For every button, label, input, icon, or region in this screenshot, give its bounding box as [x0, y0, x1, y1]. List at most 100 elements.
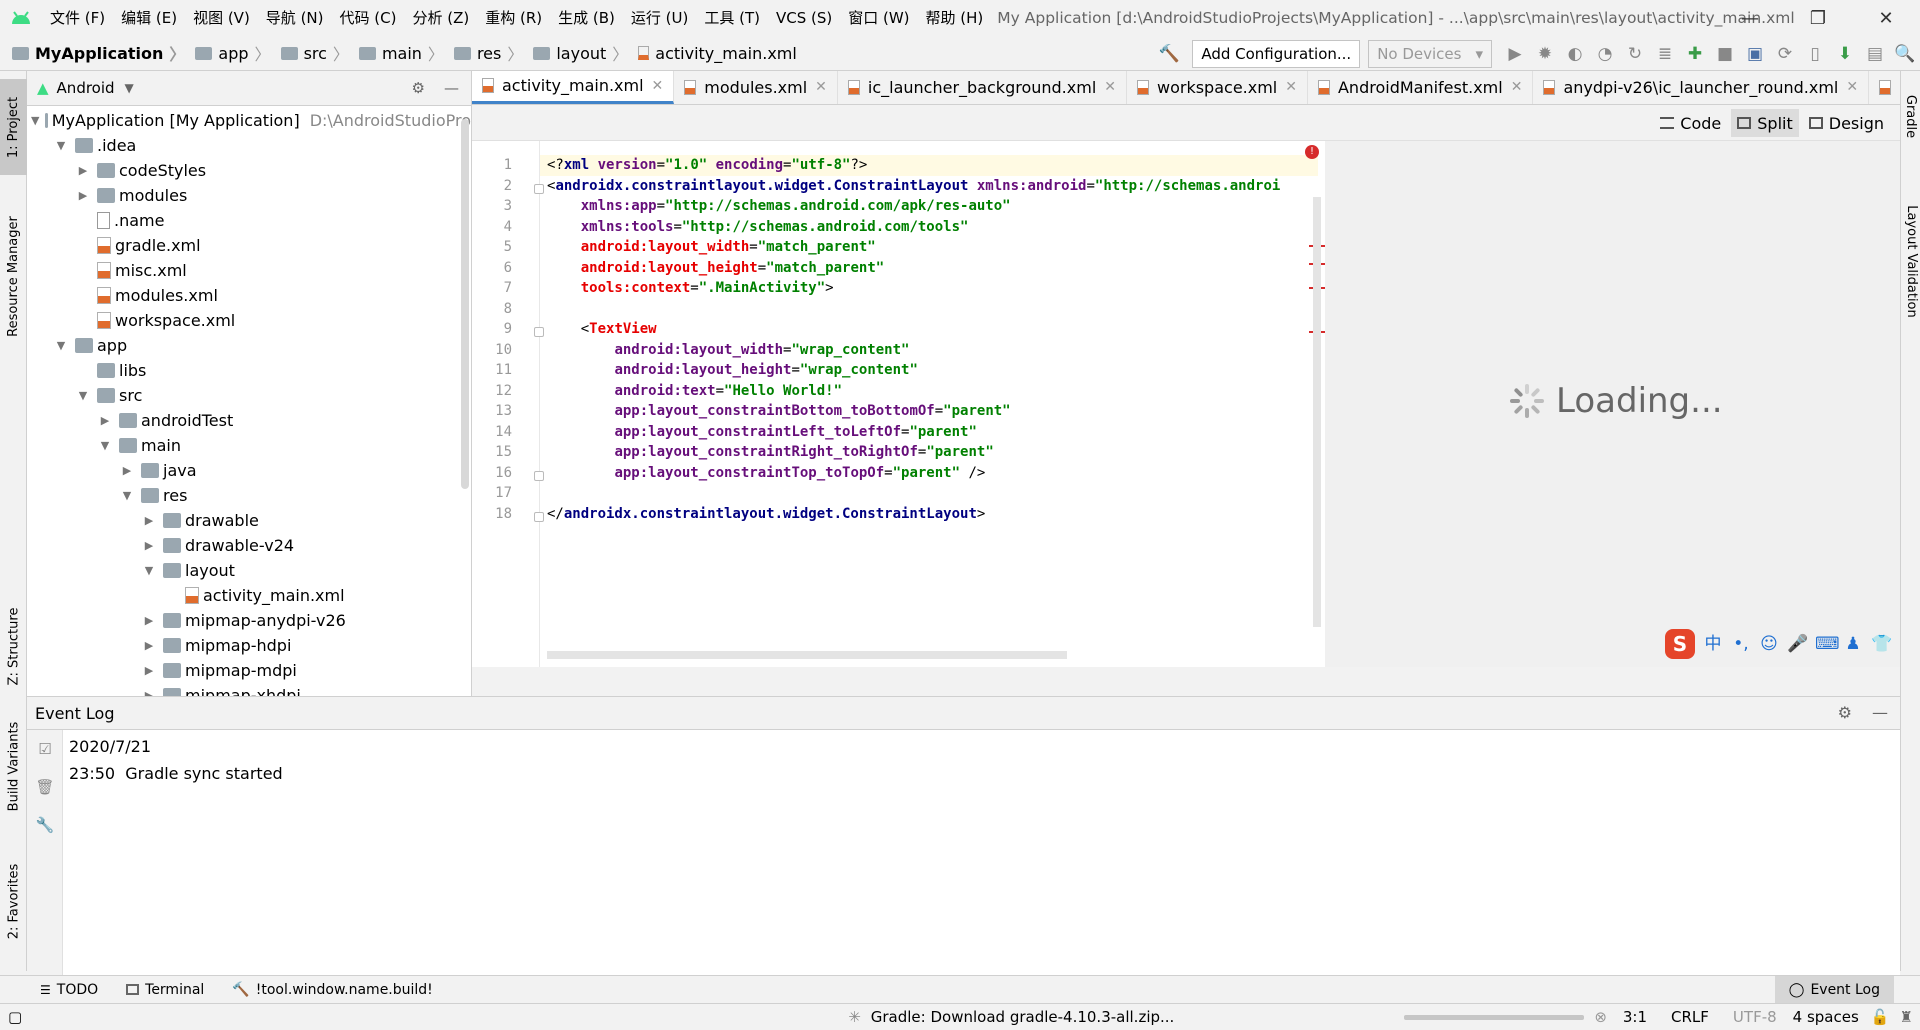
- restore-icon[interactable]: ❐: [1784, 0, 1852, 36]
- editor-tab[interactable]: anydpi-v26\ic_launcher_round.xml ✕: [1533, 71, 1870, 104]
- tab-favorites[interactable]: 2: Favorites: [0, 851, 27, 951]
- chevron-down-icon[interactable]: ▼: [53, 139, 69, 152]
- menu-item[interactable]: 文件 (F): [42, 0, 113, 36]
- fold-icon[interactable]: [534, 327, 544, 337]
- editor-vertical-scrollbar[interactable]: [1313, 197, 1321, 627]
- chevron-right-icon[interactable]: ▶: [141, 514, 157, 527]
- tree-node[interactable]: gradle.xml: [27, 233, 471, 258]
- menu-item[interactable]: 工具 (T): [696, 0, 768, 36]
- event-log-tab[interactable]: ◯ Event Log: [1774, 976, 1894, 1003]
- tree-node[interactable]: ▼ MyApplication [My Application] D:\Androi…: [27, 108, 471, 133]
- add-configuration-button[interactable]: Add Configuration...: [1192, 39, 1361, 68]
- breadcrumb-item[interactable]: res 〉: [448, 41, 523, 65]
- gear-icon[interactable]: ⚙: [412, 79, 425, 97]
- chevron-right-icon[interactable]: ▶: [141, 639, 157, 652]
- code-mode-button[interactable]: Code: [1654, 109, 1727, 137]
- tree-node[interactable]: modules.xml: [27, 283, 471, 308]
- mark-all-read-icon[interactable]: ☑: [27, 730, 63, 768]
- tree-node[interactable]: ▶ java: [27, 458, 471, 483]
- menu-item[interactable]: 代码 (C): [332, 0, 405, 36]
- build-tab[interactable]: 🔨 !tool.window.name.build!: [218, 982, 446, 998]
- device-selector[interactable]: No Devices ▾: [1368, 39, 1492, 68]
- apply-code-changes-icon[interactable]: ≣: [1650, 39, 1680, 69]
- tab-project[interactable]: 1: Project: [0, 79, 27, 175]
- debug-icon[interactable]: ✹: [1530, 39, 1560, 69]
- chevron-right-icon[interactable]: ▶: [141, 539, 157, 552]
- sdk-manager-icon[interactable]: ⬇: [1830, 39, 1860, 69]
- tab-layout-validation[interactable]: Layout Validation: [1901, 186, 1920, 336]
- gear-icon[interactable]: ⚙: [1838, 703, 1852, 722]
- microphone-icon[interactable]: 🎤: [1787, 634, 1808, 654]
- tree-node[interactable]: activity_main.xml: [27, 583, 471, 608]
- chevron-down-icon[interactable]: ▼: [75, 389, 91, 402]
- chevron-down-icon[interactable]: ▼: [97, 439, 113, 452]
- tree-node[interactable]: ▶ drawable-v24: [27, 533, 471, 558]
- keyboard-icon[interactable]: ⌨: [1815, 634, 1840, 654]
- close-tab-icon[interactable]: ✕: [1104, 79, 1116, 95]
- project-view-selector[interactable]: Android: [57, 79, 115, 97]
- tab-build-variants[interactable]: Build Variants: [0, 711, 27, 821]
- close-tab-icon[interactable]: ✕: [1511, 79, 1523, 95]
- hide-icon[interactable]: —: [444, 79, 459, 97]
- breadcrumb-item[interactable]: layout 〉: [527, 41, 628, 65]
- tree-node[interactable]: libs: [27, 358, 471, 383]
- fold-icon[interactable]: [534, 183, 544, 194]
- tree-node[interactable]: ▶ drawable: [27, 508, 471, 533]
- tree-node[interactable]: ▼ main: [27, 433, 471, 458]
- tree-node[interactable]: ▼ .idea: [27, 133, 471, 158]
- close-tab-icon[interactable]: ✕: [1285, 79, 1297, 95]
- chevron-right-icon[interactable]: ▶: [75, 189, 91, 202]
- editor-horizontal-scrollbar[interactable]: [547, 651, 1067, 659]
- tab-structure[interactable]: Z: Structure: [0, 591, 27, 701]
- chevron-down-icon[interactable]: ▼: [141, 564, 157, 577]
- menu-item[interactable]: 生成 (B): [550, 0, 623, 36]
- editor-tab[interactable]: modules.xml ✕: [674, 71, 838, 104]
- attach-debugger-icon[interactable]: ✚: [1680, 39, 1710, 69]
- terminal-tab[interactable]: Terminal: [112, 982, 218, 998]
- skin-icon[interactable]: 👕: [1871, 634, 1892, 654]
- tree-node[interactable]: misc.xml: [27, 258, 471, 283]
- minimize-icon[interactable]: —: [1716, 0, 1784, 36]
- menu-item[interactable]: 重构 (R): [477, 0, 550, 36]
- chevron-right-icon[interactable]: ▶: [119, 464, 135, 477]
- menu-item[interactable]: VCS (S): [768, 0, 840, 36]
- tab-resource-manager[interactable]: Resource Manager: [0, 201, 27, 351]
- chevron-right-icon[interactable]: ▶: [141, 689, 157, 696]
- menu-item[interactable]: 导航 (N): [258, 0, 332, 36]
- tree-node[interactable]: ▶ androidTest: [27, 408, 471, 433]
- chevron-down-icon[interactable]: ▼: [53, 339, 69, 352]
- avd-manager-icon[interactable]: ▯: [1800, 39, 1830, 69]
- split-mode-button[interactable]: Split: [1731, 109, 1799, 137]
- tab-gradle[interactable]: Gradle: [1901, 71, 1920, 161]
- project-scrollbar[interactable]: [461, 119, 469, 489]
- editor-tab[interactable]: workspace.xml ✕: [1127, 71, 1308, 104]
- design-mode-button[interactable]: Design: [1803, 109, 1890, 137]
- breadcrumb-item[interactable]: app 〉: [189, 41, 271, 65]
- stop-icon[interactable]: ■: [1710, 39, 1740, 69]
- sogou-logo[interactable]: S: [1665, 629, 1695, 659]
- sync-icon[interactable]: ⟳: [1770, 39, 1800, 69]
- breadcrumb-item[interactable]: src 〉: [275, 41, 349, 65]
- tree-node[interactable]: ▶ mipmap-hdpi: [27, 633, 471, 658]
- chevron-right-icon[interactable]: ▶: [141, 614, 157, 627]
- tree-node[interactable]: ▶ modules: [27, 183, 471, 208]
- line-separator[interactable]: CRLF: [1671, 1008, 1709, 1026]
- apply-changes-icon[interactable]: ↻: [1620, 39, 1650, 69]
- menu-item[interactable]: 视图 (V): [185, 0, 258, 36]
- trash-icon[interactable]: 🗑: [27, 768, 63, 806]
- code-editor[interactable]: 1 2 3 4 5 6 7 8 9 10 11 12 13 14 15 16 17 18 <?xml versio…: [472, 141, 1325, 667]
- tree-node[interactable]: workspace.xml: [27, 308, 471, 333]
- tree-node[interactable]: ▼ res: [27, 483, 471, 508]
- close-icon[interactable]: ✕: [1852, 0, 1920, 36]
- emoji-icon[interactable]: ☺: [1759, 634, 1779, 654]
- fold-icon[interactable]: [534, 511, 544, 522]
- project-structure-icon[interactable]: ▣: [1740, 39, 1770, 69]
- close-tab-icon[interactable]: ✕: [1846, 79, 1858, 95]
- tree-node[interactable]: ▼ app: [27, 333, 471, 358]
- breadcrumb-item[interactable]: main 〉: [353, 41, 444, 65]
- chevron-right-icon[interactable]: ▶: [75, 164, 91, 177]
- tree-node[interactable]: .name: [27, 208, 471, 233]
- punctuation-icon[interactable]: •,: [1731, 634, 1751, 654]
- fold-icon[interactable]: [534, 470, 544, 481]
- code-text[interactable]: <?xml version="1.0" encoding="utf-8"?> <a…: [540, 141, 1318, 641]
